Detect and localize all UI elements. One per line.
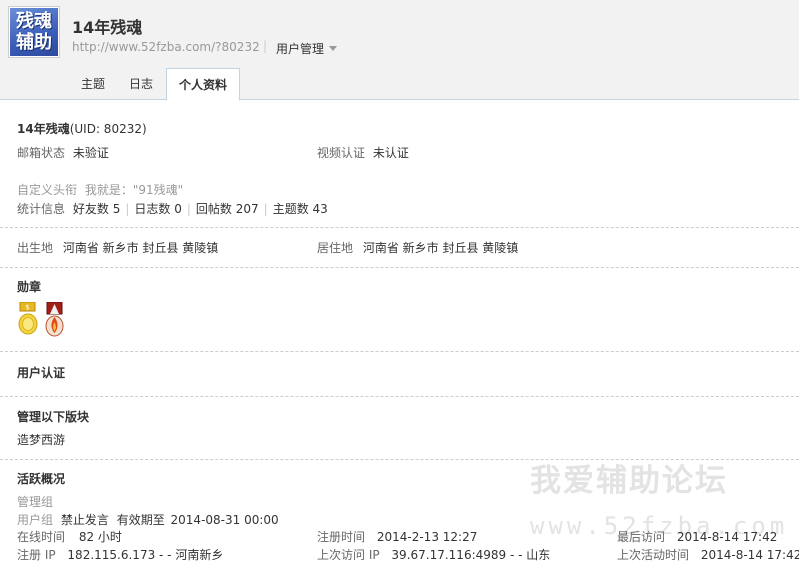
last-ip-label: 上次访问 IP bbox=[317, 548, 380, 562]
profile-name-line: 14年残魂(UID: 80232) bbox=[17, 122, 147, 136]
avatar-text-line-2: 辅助 bbox=[16, 32, 52, 53]
user-manage-label: 用户管理 bbox=[276, 42, 325, 56]
residence-value: 河南省 新乡市 封丘县 黄陵镇 bbox=[362, 241, 519, 255]
custom-title-value: 我就是："91残魂" bbox=[84, 183, 184, 197]
medals-heading: 勋章 bbox=[17, 280, 42, 294]
register-time-value: 2014-2-13 12:27 bbox=[376, 530, 478, 544]
custom-title-label: 自定义头衔 bbox=[17, 183, 78, 197]
activity-heading: 活跃概况 bbox=[17, 472, 66, 486]
last-visit-value: 2014-8-14 17:42 bbox=[676, 530, 778, 544]
avatar[interactable]: 残魂 辅助 bbox=[8, 6, 60, 58]
custom-title-row: 自定义头衔 我就是："91残魂" bbox=[17, 183, 183, 197]
stat-threads[interactable]: 主题数 43 bbox=[273, 202, 328, 216]
avatar-image: 残魂 辅助 bbox=[10, 8, 58, 56]
email-status-value: 未验证 bbox=[72, 146, 109, 160]
divider bbox=[0, 396, 799, 397]
register-time-label: 注册时间 bbox=[317, 530, 366, 544]
birthplace-value: 河南省 新乡市 封丘县 黄陵镇 bbox=[62, 241, 219, 255]
last-visit-row: 最后访问 2014-8-14 17:42 bbox=[617, 530, 777, 544]
register-ip-label: 注册 IP bbox=[17, 548, 56, 562]
register-ip-row: 注册 IP 182.115.6.173 - - 河南新乡 bbox=[17, 548, 223, 562]
last-ip-value: 39.67.17.116:4989 - - 山东 bbox=[391, 548, 551, 562]
home-url[interactable]: http://www.52fzba.com/?80232 bbox=[72, 40, 260, 54]
divider bbox=[0, 267, 799, 268]
register-ip-value: 182.115.6.173 - - 河南新乡 bbox=[67, 548, 224, 562]
profile-name: 14年残魂 bbox=[17, 122, 70, 136]
expiry-label: 有效期至 bbox=[116, 513, 165, 527]
stat-blogs[interactable]: 日志数 0 bbox=[134, 202, 181, 216]
divider bbox=[0, 227, 799, 228]
expiry-value: 2014-08-31 00:00 bbox=[170, 513, 279, 527]
user-group-label: 用户组 bbox=[17, 513, 54, 527]
stats-row: 统计信息 好友数 5 | 日志数 0 | 回帖数 207 | 主题数 43 bbox=[17, 202, 328, 216]
chevron-down-icon bbox=[329, 46, 338, 51]
gold-medal-icon[interactable]: $ bbox=[18, 301, 39, 338]
moderation-heading: 管理以下版块 bbox=[17, 410, 90, 424]
stat-separator: | bbox=[263, 202, 268, 216]
video-status-label: 视频认证 bbox=[317, 146, 366, 160]
birthplace-row: 出生地 河南省 新乡市 封丘县 黄陵镇 bbox=[17, 241, 218, 255]
last-active-row: 上次活动时间 2014-8-14 17:42 bbox=[617, 548, 799, 562]
stat-friends[interactable]: 好友数 5 bbox=[73, 202, 120, 216]
online-time-row: 在线时间 82 小时 bbox=[17, 530, 122, 544]
profile-uid: (UID: 80232) bbox=[69, 122, 147, 136]
watermark-title: 我爱辅助论坛 bbox=[530, 463, 728, 499]
birthplace-label: 出生地 bbox=[17, 241, 54, 255]
user-manage-dropdown[interactable]: 用户管理 bbox=[276, 40, 338, 57]
tab-profile[interactable]: 个人资料 bbox=[166, 68, 240, 101]
svg-text:$: $ bbox=[25, 304, 29, 312]
video-status-row: 视频认证 未认证 bbox=[317, 146, 409, 160]
verification-heading: 用户认证 bbox=[17, 366, 66, 380]
last-visit-label: 最后访问 bbox=[617, 530, 666, 544]
profile-header: 残魂 辅助 14年残魂 http://www.52fzba.com/?80232… bbox=[0, 0, 799, 101]
stat-replies[interactable]: 回帖数 207 bbox=[196, 202, 259, 216]
online-time-label: 在线时间 bbox=[17, 530, 66, 544]
email-status-row: 邮箱状态 未验证 bbox=[17, 146, 109, 160]
online-time-value: 82 小时 bbox=[78, 530, 122, 544]
last-active-label: 上次活动时间 bbox=[617, 548, 690, 562]
moderated-forum-link[interactable]: 造梦西游 bbox=[17, 433, 65, 447]
residence-row: 居住地 河南省 新乡市 封丘县 黄陵镇 bbox=[317, 241, 518, 255]
video-status-value: 未认证 bbox=[372, 146, 409, 160]
stat-separator: | bbox=[125, 202, 130, 216]
divider bbox=[0, 351, 799, 352]
stat-separator: | bbox=[186, 202, 191, 216]
avatar-text-line-1: 残魂 bbox=[16, 11, 52, 32]
register-time-row: 注册时间 2014-2-13 12:27 bbox=[317, 530, 477, 544]
last-active-value: 2014-8-14 17:42 bbox=[700, 548, 799, 562]
user-group-value[interactable]: 禁止发言 bbox=[61, 513, 109, 527]
last-ip-row: 上次访问 IP 39.67.17.116:4989 - - 山东 bbox=[317, 548, 550, 562]
stats-label: 统计信息 bbox=[17, 202, 66, 216]
url-separator: | bbox=[263, 39, 268, 53]
admin-group-label: 管理组 bbox=[17, 495, 54, 509]
flame-medal-icon[interactable] bbox=[44, 301, 65, 338]
username-title: 14年残魂 bbox=[72, 18, 143, 37]
user-group-row: 用户组 禁止发言 有效期至 2014-08-31 00:00 bbox=[17, 513, 279, 527]
tab-topics[interactable]: 主题 bbox=[70, 68, 116, 100]
tab-blog[interactable]: 日志 bbox=[118, 68, 164, 100]
email-status-label: 邮箱状态 bbox=[17, 146, 66, 160]
residence-label: 居住地 bbox=[317, 241, 354, 255]
